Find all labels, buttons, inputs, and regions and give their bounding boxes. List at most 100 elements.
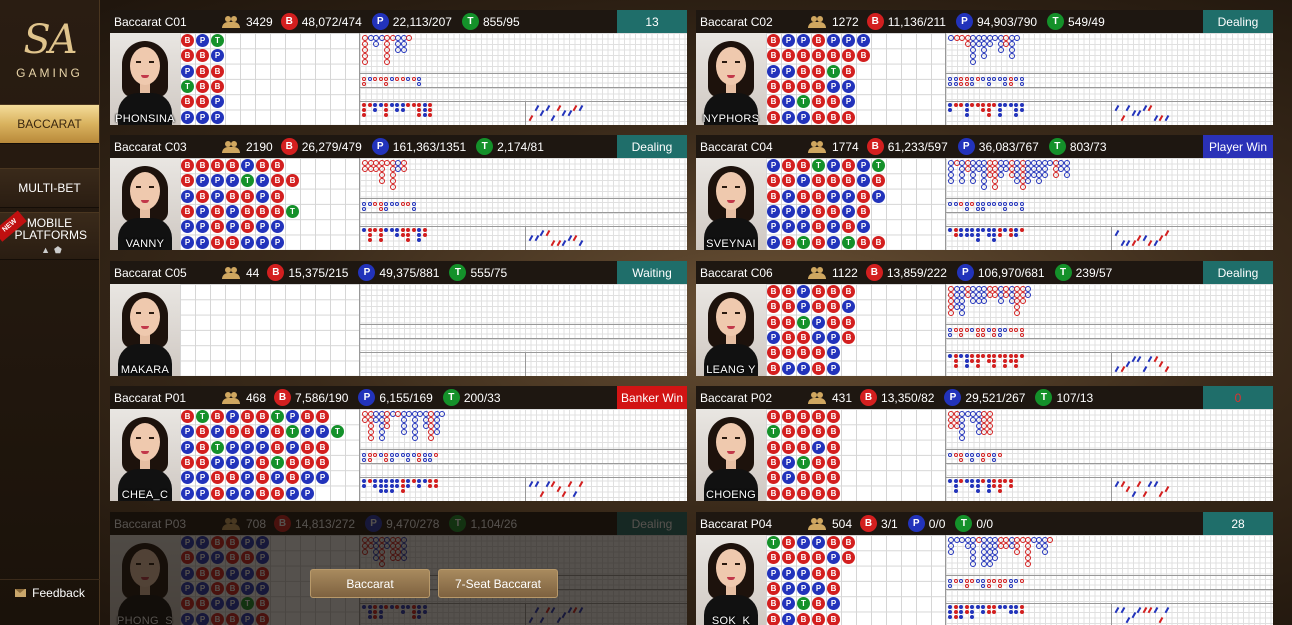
big-eye-road-mark xyxy=(378,77,383,81)
baccarat-table[interactable]: Baccarat P03 708 B 14,813/272 P 9,470/27… xyxy=(110,512,687,625)
small-road-mark xyxy=(395,103,399,107)
cockroach-road-mark xyxy=(561,240,566,246)
small-road-mark xyxy=(1014,359,1018,363)
baccarat-table[interactable]: Baccarat C05 44 B 15,375/215 P 49,375/88… xyxy=(110,261,687,376)
user-count: 1122 xyxy=(832,265,858,280)
baccarat-table[interactable]: Baccarat P04 504 B 3/1 P 0/0 T 0/0 28 SO… xyxy=(696,512,1273,625)
big-eye-road-mark xyxy=(1019,82,1024,86)
bead-banker: B xyxy=(181,34,194,47)
big-eye-road-mark xyxy=(378,202,383,206)
small-road-mark xyxy=(975,479,980,483)
banker-stat: 7,586/190 xyxy=(295,390,349,405)
bead-player: P xyxy=(857,159,870,172)
small-road-mark xyxy=(422,228,427,232)
bead-player: P xyxy=(181,425,194,439)
cockroach-road-mark xyxy=(1131,612,1136,618)
bead-banker: B xyxy=(767,34,780,47)
small-road-mark xyxy=(959,610,963,614)
table-name: Baccarat P01 xyxy=(114,390,187,405)
big-eye-road-mark xyxy=(411,202,416,206)
table-status: Banker Win xyxy=(617,386,687,409)
small-road-mark xyxy=(395,233,399,237)
nav-multi-bet[interactable]: MULTI-BET xyxy=(0,168,99,208)
big-road-mark xyxy=(384,59,390,65)
banker-badge: B xyxy=(274,389,292,406)
nav-mobile-platforms[interactable]: NEW MOBILE PLATFORMS ▲ ⬟ xyxy=(0,210,99,260)
small-road-mark xyxy=(981,354,985,358)
small-road-mark xyxy=(1008,233,1013,237)
cockroach-road-mark xyxy=(1114,366,1119,372)
small-road-mark xyxy=(986,359,991,363)
small-road-mark xyxy=(373,108,377,112)
bead-banker: B xyxy=(211,235,224,249)
baccarat-table[interactable]: Baccarat C01 3429 B 48,072/474 P 22,113/… xyxy=(110,10,687,125)
baccarat-table[interactable]: Baccarat C04 1774 B 61,233/597 P 36,083/… xyxy=(696,135,1273,250)
cockroach-road-mark xyxy=(556,105,561,111)
baccarat-table[interactable]: Baccarat C06 1122 B 13,859/222 P 106,970… xyxy=(696,261,1273,376)
nav-baccarat[interactable]: BACCARAT xyxy=(0,104,99,144)
dealer-photo: PHONSINA xyxy=(110,33,180,125)
bead-player: P xyxy=(827,235,840,249)
bead-player: P xyxy=(797,581,810,595)
small-road-mark xyxy=(1014,364,1018,368)
small-road-mark xyxy=(970,228,974,232)
bead-player: P xyxy=(256,425,269,439)
small-road-mark xyxy=(373,479,377,483)
small-road-mark xyxy=(953,479,958,483)
bead-player: P xyxy=(226,455,239,469)
small-road-mark xyxy=(992,103,996,107)
cockroach-road-mark xyxy=(1120,240,1125,246)
bead-banker: B xyxy=(767,285,780,298)
big-eye-road-mark xyxy=(964,207,969,211)
bead-banker: B xyxy=(827,95,840,109)
baccarat-table[interactable]: Baccarat C02 1272 B 11,136/211 P 94,903/… xyxy=(696,10,1273,125)
big-eye-road-mark xyxy=(992,77,996,81)
bead-banker: B xyxy=(812,361,825,375)
big-eye-road-mark xyxy=(395,453,399,457)
big-road-mark xyxy=(411,435,418,441)
small-road-mark xyxy=(411,103,416,107)
player-badge: P xyxy=(955,13,973,30)
baccarat-button[interactable]: Baccarat xyxy=(310,569,430,598)
big-road-mark xyxy=(948,310,954,316)
big-road xyxy=(946,158,1273,250)
bead-player: P xyxy=(782,110,795,124)
bead-player: P xyxy=(782,189,795,203)
cockroach-road-mark xyxy=(1164,486,1169,492)
sa-gaming-logo[interactable]: SA GAMING xyxy=(0,0,99,100)
small-road-mark xyxy=(384,484,388,488)
big-eye-road-mark xyxy=(964,584,969,588)
big-eye-road-mark xyxy=(384,453,388,457)
bead-player: P xyxy=(241,440,254,454)
bead-banker: B xyxy=(767,300,780,314)
bead-tie: T xyxy=(827,64,840,78)
tie-stat: 239/57 xyxy=(1075,265,1113,280)
seven-seat-baccarat-button[interactable]: 7-Seat Baccarat xyxy=(438,569,558,598)
bead-banker: B xyxy=(827,110,840,124)
feedback-button[interactable]: Feedback xyxy=(0,579,100,605)
small-road-mark xyxy=(975,233,980,237)
big-eye-road-mark xyxy=(981,579,985,583)
bead-banker: B xyxy=(767,455,780,469)
baccarat-table[interactable]: Baccarat P01 468 B 7,586/190 P 6,155/169… xyxy=(110,386,687,501)
big-eye-road-mark xyxy=(433,453,438,457)
bead-player: P xyxy=(797,110,810,124)
bead-banker: B xyxy=(872,174,885,188)
big-road-mark xyxy=(400,47,407,53)
cockroach-road-mark xyxy=(1153,481,1158,487)
small-road-mark xyxy=(406,233,410,237)
table-name: Baccarat C02 xyxy=(700,14,773,29)
bead-banker: B xyxy=(767,174,780,188)
bead-banker: B xyxy=(797,79,810,93)
small-road-mark xyxy=(975,103,980,107)
bead-banker: B xyxy=(842,49,855,63)
big-eye-road-mark xyxy=(948,82,952,86)
baccarat-table[interactable]: Baccarat C03 2190 B 26,279/479 P 161,363… xyxy=(110,135,687,250)
bead-player: P xyxy=(301,486,314,500)
cockroach-road-mark xyxy=(539,230,544,236)
bead-banker: B xyxy=(241,425,254,439)
bead-banker: B xyxy=(782,330,795,344)
baccarat-table[interactable]: Baccarat P02 431 B 13,350/82 P 29,521/26… xyxy=(696,386,1273,501)
bead-banker: B xyxy=(782,486,795,500)
bead-banker: B xyxy=(812,79,825,93)
